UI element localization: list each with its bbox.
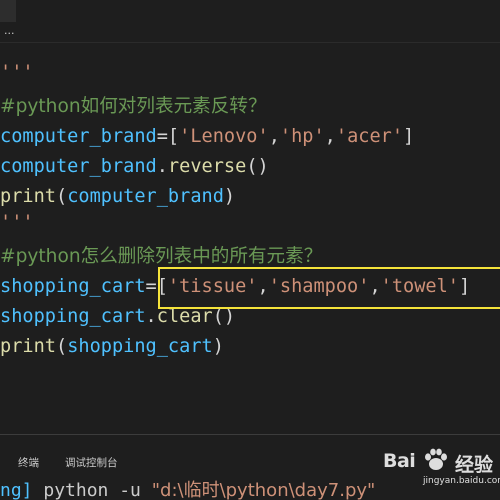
code-editor[interactable]: ''' #python如何对列表元素反转？ computer_brand=['L…: [0, 58, 500, 434]
punctuation: ,: [257, 276, 269, 297]
tab-terminal[interactable]: 终端: [18, 455, 39, 470]
string-literal: 'hp': [279, 126, 325, 147]
punctuation: (): [212, 306, 236, 327]
breadcrumb[interactable]: ...: [4, 24, 34, 40]
variable: computer_brand: [0, 156, 157, 177]
punctuation: ]: [403, 126, 415, 147]
punctuation: ,: [324, 126, 336, 147]
code-line-1[interactable]: ''': [0, 58, 500, 88]
string-literal: 'towel': [380, 276, 460, 297]
baidu-jingyan-watermark: Bai 经验 jingyan.baidu.com: [381, 446, 500, 488]
terminal-path: "d:\临时\python\day7.py": [151, 480, 376, 500]
tab-debug-console[interactable]: 调试控制台: [65, 455, 118, 470]
code-line-10[interactable]: print(shopping_cart): [0, 332, 500, 362]
function-name: print: [0, 186, 56, 207]
docstring-delimiter: ''': [0, 212, 34, 233]
punctuation: ): [223, 186, 236, 207]
method-name: reverse: [167, 156, 247, 177]
punctuation: .: [156, 156, 168, 177]
variable: computer_brand: [0, 126, 157, 147]
variable: shopping_cart: [0, 306, 146, 327]
punctuation: .: [145, 306, 157, 327]
string-literal: 'acer': [335, 126, 404, 147]
top-bar: [0, 0, 500, 22]
punctuation: (): [246, 156, 269, 177]
variable: computer_brand: [67, 186, 224, 207]
paw-icon: [425, 448, 447, 470]
punctuation: ,: [268, 126, 280, 147]
punctuation: (: [55, 336, 68, 357]
punctuation: ,: [369, 276, 381, 297]
code-line-6[interactable]: ''': [0, 208, 500, 238]
code-line-9[interactable]: shopping_cart.clear(): [0, 302, 500, 332]
string-literal: 'tissue': [167, 276, 258, 297]
variable: shopping_cart: [0, 276, 146, 297]
docstring-delimiter: ''': [0, 62, 34, 83]
terminal-prompt: ng]: [0, 480, 33, 500]
code-line-3[interactable]: computer_brand=['Lenovo','hp','acer']: [0, 122, 500, 152]
variable: shopping_cart: [67, 336, 213, 357]
editor-tab[interactable]: [0, 0, 16, 22]
code-line-7[interactable]: #python怎么删除列表中的所有元素？: [0, 242, 500, 272]
breadcrumb-divider: [0, 42, 500, 43]
punctuation: =[: [145, 276, 168, 297]
punctuation: (: [55, 186, 68, 207]
punctuation: =[: [156, 126, 180, 147]
code-line-2[interactable]: #python如何对列表元素反转？: [0, 92, 500, 122]
watermark-text: 经验: [455, 454, 494, 476]
watermark-url: jingyan.baidu.com: [423, 476, 500, 486]
method-name: clear: [156, 306, 213, 327]
function-name: print: [0, 336, 56, 357]
comment: #python怎么删除列表中的所有元素？: [0, 246, 323, 267]
comment: #python如何对列表元素反转？: [0, 96, 267, 117]
watermark-brand: Bai: [383, 450, 416, 472]
punctuation: ): [212, 336, 224, 357]
string-literal: 'shampoo': [268, 276, 370, 297]
code-line-8[interactable]: shopping_cart=['tissue','shampoo','towel…: [0, 272, 500, 302]
punctuation: ]: [459, 276, 471, 297]
terminal-command: python -u: [32, 480, 152, 500]
string-literal: 'Lenovo': [179, 126, 269, 147]
code-line-4[interactable]: computer_brand.reverse(): [0, 152, 500, 182]
